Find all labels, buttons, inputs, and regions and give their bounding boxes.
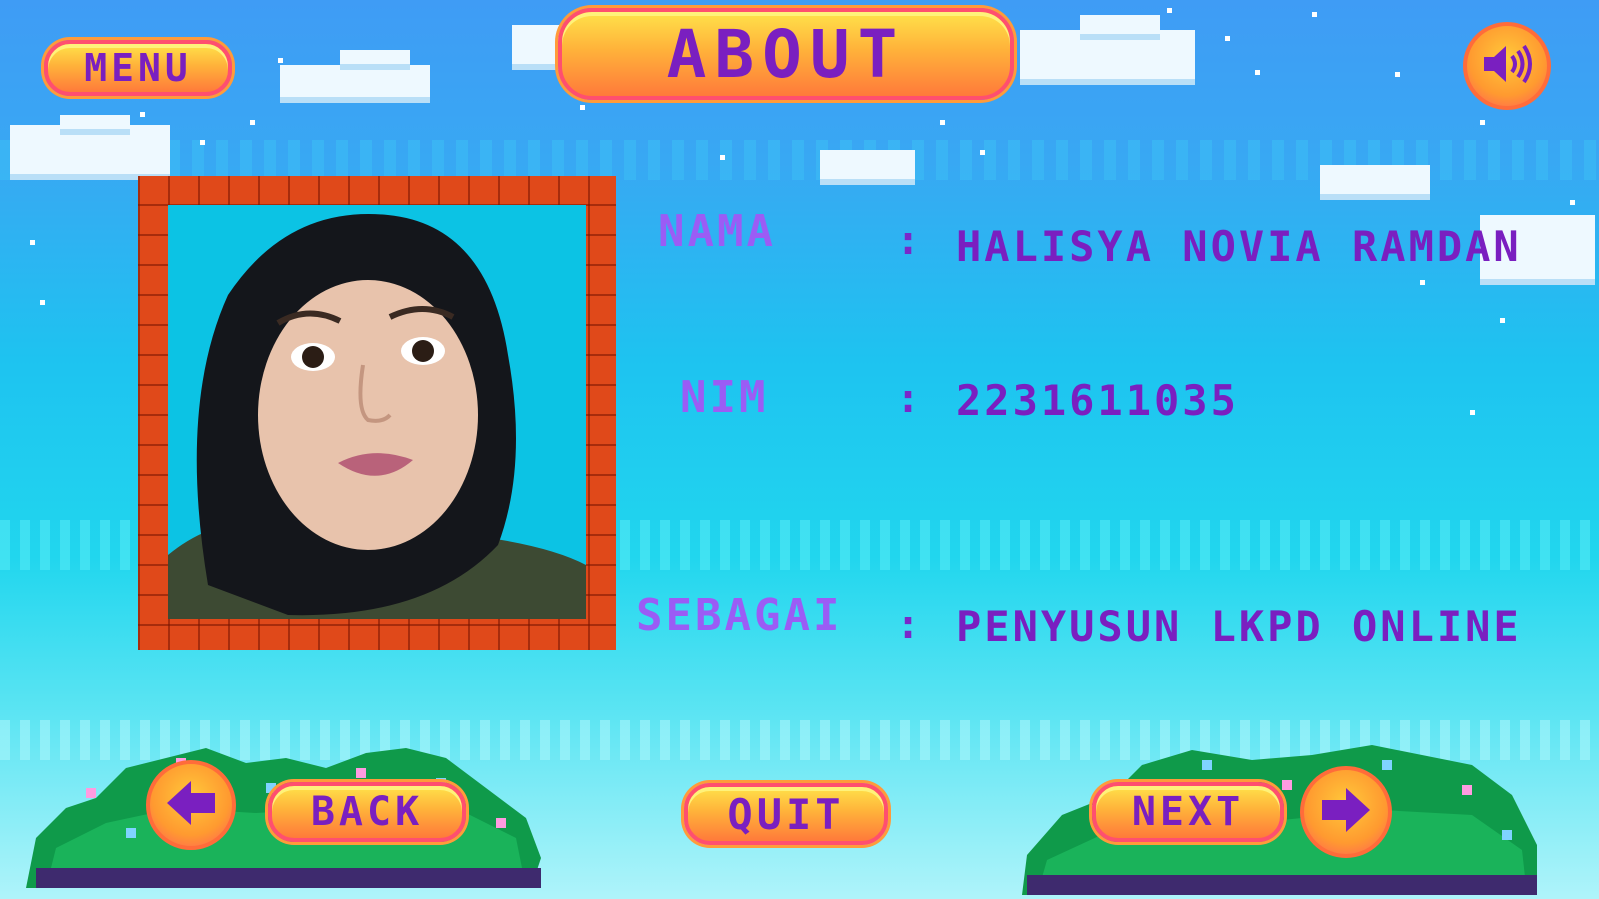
profile-colon: : [896,218,921,264]
star [1480,120,1485,125]
cloud [1320,165,1430,200]
arrow-right-icon [1318,782,1374,842]
star [30,240,35,245]
profile-label-nim: NIM [680,372,769,423]
speaker-volume-icon [1480,42,1534,90]
star [1312,12,1317,17]
quit-button[interactable]: QUIT [684,783,888,845]
cloud [820,150,915,185]
profile-colon: : [896,376,921,422]
star [1570,200,1575,205]
star [580,105,585,110]
arrow-left-icon [163,775,219,835]
star [1225,36,1230,41]
back-button-label: BACK [310,789,424,835]
menu-button-label: MENU [84,46,192,90]
profile-colon: : [896,602,921,648]
next-arrow-button[interactable] [1300,766,1392,858]
profile-value-sebagai: PENYUSUN LKPD ONLINE [956,602,1522,651]
star [140,112,145,117]
menu-button[interactable]: MENU [44,40,232,96]
cloud [340,50,410,70]
page-title-banner: ABOUT [558,8,1014,100]
profile-value-nama: HALISYA NOVIA RAMDAN [956,222,1522,271]
star [1395,72,1400,77]
star [1167,8,1172,13]
quit-button-label: QUIT [727,789,845,839]
cloud [1080,15,1160,40]
next-button[interactable]: NEXT [1092,782,1284,842]
star [1500,318,1505,323]
star [1420,280,1425,285]
cloud [280,65,430,103]
star [1255,70,1260,75]
profile-label-nama: NAMA [658,206,776,257]
profile-photo [168,205,586,619]
star [940,120,945,125]
star [278,58,283,63]
star [200,140,205,145]
profile-value-nim: 2231611035 [956,376,1239,425]
back-button[interactable]: BACK [268,782,466,842]
back-arrow-button[interactable] [146,760,236,850]
star [250,120,255,125]
profile-label-sebagai: SEBAGAI [636,590,843,641]
cloud [60,115,130,135]
star [980,150,985,155]
next-button-label: NEXT [1131,789,1245,835]
star [40,300,45,305]
sound-toggle-button[interactable] [1463,22,1551,110]
star [1470,410,1475,415]
star [720,155,725,160]
page-title: ABOUT [666,15,906,93]
